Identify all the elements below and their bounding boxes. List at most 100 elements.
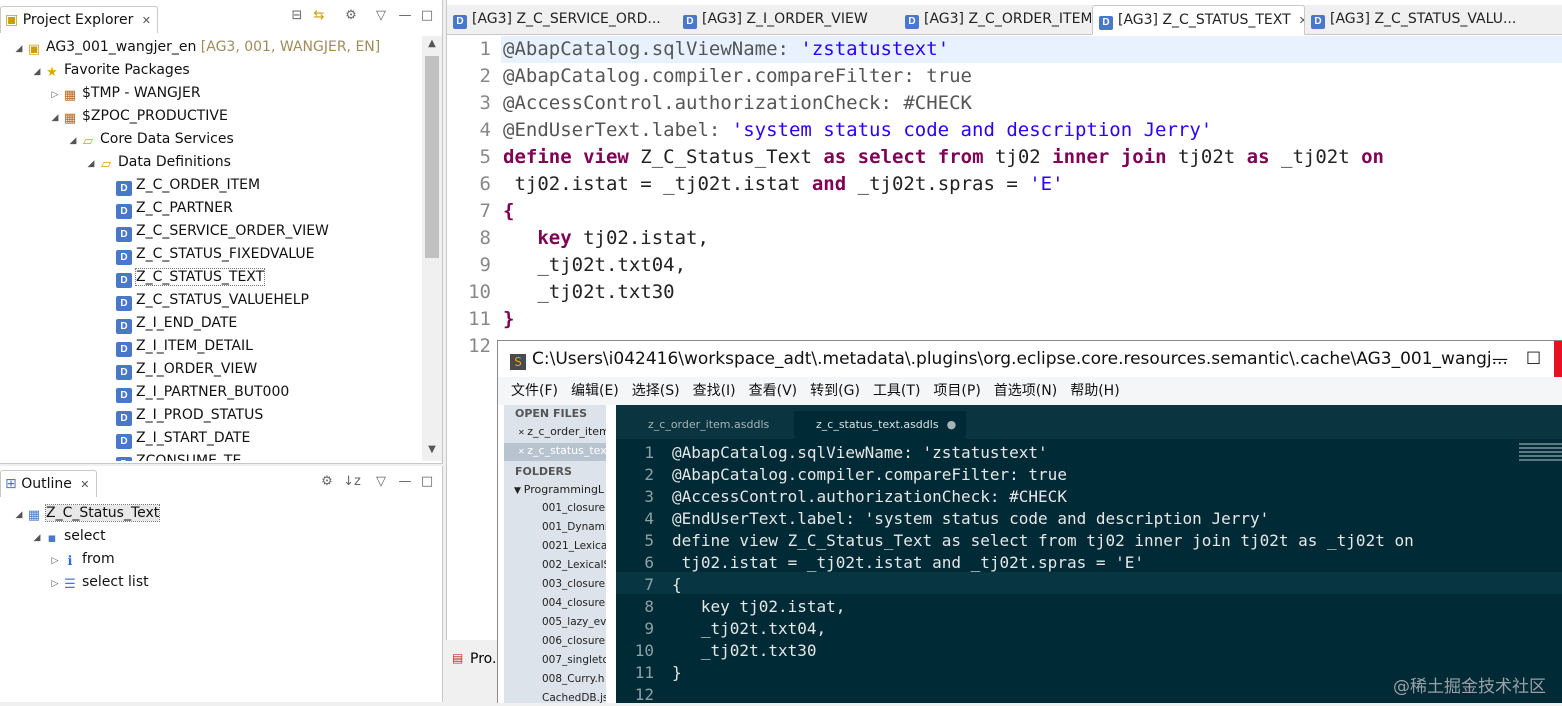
maximize-icon[interactable]: □ [418, 474, 436, 489]
sort-icon[interactable]: ↓z [343, 474, 361, 489]
tree-item[interactable]: D Z_I_END_DATE [102, 312, 237, 334]
tree-item-label: ZCONSUME_TE [136, 453, 242, 461]
project-explorer-scrollbar[interactable]: ▲ ▼ [422, 36, 442, 461]
menu-item[interactable]: 查看(V) [749, 383, 798, 399]
sublime-editor[interactable]: z_c_order_item.asddls z_c_status_text.asd… [616, 405, 1562, 704]
filter-icon[interactable]: ⚙ [318, 474, 336, 489]
tree-item[interactable]: D Z_C_SERVICE_ORDER_VIEW [102, 220, 329, 242]
collapsed-arrow-icon[interactable]: ▷ [48, 550, 62, 572]
tree-item[interactable]: D Z_C_STATUS_FIXEDVALUE [102, 243, 315, 265]
folder-root[interactable]: ▼ ProgrammingL [514, 483, 604, 496]
expanded-arrow-icon[interactable]: ▼ [514, 486, 524, 496]
file-close-icon[interactable]: ✕ [518, 428, 527, 437]
editor-tab[interactable]: D [AG3] Z_C_STATUS_VALU... [1305, 5, 1541, 33]
maximize-icon[interactable]: □ [418, 8, 436, 23]
folder-file-item[interactable]: 006_closure [542, 635, 605, 647]
tree-item[interactable]: ◢ ▦ $ZPOC_PRODUCTIVE [48, 105, 228, 127]
editor-tab[interactable]: D [AG3] Z_I_ORDER_VIEW [677, 5, 898, 33]
code-token: 'E' [1029, 173, 1064, 195]
line-number: 10 [634, 641, 654, 660]
folder-file-item[interactable]: 001_closure [542, 502, 605, 514]
window-close-icon[interactable] [1554, 341, 1562, 377]
tree-item[interactable]: ◢ ▱ Data Definitions [84, 151, 231, 173]
outline-item[interactable]: ▷ ℹ from [48, 548, 115, 570]
unsaved-dot-icon[interactable]: ● [947, 418, 957, 431]
menu-item[interactable]: 工具(T) [873, 383, 920, 399]
folder-file-item[interactable]: 0021_Lexica [542, 540, 606, 552]
folder-file-item[interactable]: 005_lazy_eva [542, 616, 606, 628]
expanded-arrow-icon[interactable]: ◢ [30, 527, 44, 549]
close-icon[interactable]: ✕ [142, 14, 151, 27]
bottom-panel-tab[interactable]: ▤ Pro... [446, 645, 505, 702]
sublime-tab[interactable]: z_c_status_text.asddls ● [794, 411, 966, 439]
tree-item[interactable]: ▷ ▦ $TMP - WANGJER [48, 82, 201, 104]
expanded-arrow-icon[interactable]: ◢ [30, 61, 44, 83]
folder-file-item[interactable]: 002_LexicalS [542, 559, 606, 571]
collapsed-arrow-icon[interactable]: ▷ [48, 573, 62, 595]
outline-item[interactable]: ◢ ▪ select [30, 525, 106, 547]
file-close-icon[interactable]: ✕ [518, 447, 527, 456]
open-file-item[interactable]: ✕ z_c_status_text [518, 444, 606, 457]
scroll-down-icon[interactable]: ▼ [422, 444, 442, 455]
menu-item[interactable]: 查找(I) [693, 383, 736, 399]
close-icon[interactable]: ✕ [80, 478, 89, 491]
minimize-icon[interactable]: — [396, 474, 414, 489]
folder-file-item[interactable]: 007_singleto [542, 654, 606, 666]
tree-item[interactable]: D Z_C_STATUS_TEXT [102, 266, 266, 288]
scroll-up-icon[interactable]: ▲ [422, 38, 442, 49]
folder-file-item[interactable]: 008_Curry.h [542, 673, 604, 685]
tree-item[interactable]: D Z_C_STATUS_VALUEHELP [102, 289, 309, 311]
open-file-item[interactable]: ✕ z_c_order_item [518, 425, 606, 438]
menu-item[interactable]: 首选项(N) [994, 383, 1057, 399]
tree-item[interactable]: ◢ ▱ Core Data Services [66, 128, 234, 150]
outline-item[interactable]: ▷ ☰ select list [48, 571, 149, 593]
editor-tab[interactable]: D [AG3] Z_C_ORDER_ITEM [899, 5, 1091, 33]
expanded-arrow-icon[interactable]: ◢ [48, 107, 62, 129]
minimap[interactable] [1519, 441, 1562, 471]
window-minimize-icon[interactable]: — [1492, 341, 1508, 377]
expanded-arrow-icon[interactable]: ◢ [12, 504, 26, 526]
expanded-arrow-icon[interactable]: ◢ [66, 130, 80, 152]
folder-file-item[interactable]: 001_Dynami [542, 521, 606, 533]
view-menu-icon[interactable]: ▽ [372, 8, 390, 23]
expanded-arrow-icon[interactable]: ◢ [12, 38, 26, 60]
editor-tab[interactable]: D [AG3] Z_C_SERVICE_ORD... [447, 5, 675, 33]
list-icon: ☰ [64, 577, 76, 592]
collapsed-arrow-icon[interactable]: ▷ [48, 84, 62, 106]
menu-item[interactable]: 转到(G) [810, 383, 860, 399]
menu-item[interactable]: 帮助(H) [1070, 383, 1119, 399]
minimize-icon[interactable]: — [396, 8, 414, 23]
tree-item[interactable]: D Z_I_START_DATE [102, 427, 250, 449]
ddl-icon: D [116, 411, 132, 426]
menu-item[interactable]: 选择(S) [632, 383, 680, 399]
code-token: 'zstatustext' [800, 38, 950, 60]
folder-file-item[interactable]: CachedDB.js [542, 692, 606, 703]
filter-icon[interactable]: ⚙ [342, 8, 360, 23]
outline-tab[interactable]: ⊞ Outline ✕ [0, 470, 97, 497]
editor-tab[interactable]: D[AG3] Z_C_STATUS_TEXT✕ [1092, 5, 1305, 35]
tree-item[interactable]: D Z_I_PROD_STATUS [102, 404, 263, 426]
tree-item[interactable]: D Z_I_ORDER_VIEW [102, 358, 257, 380]
window-maximize-icon[interactable]: □ [1526, 339, 1541, 375]
sublime-tab[interactable]: z_c_order_item.asddls [626, 411, 803, 439]
folder-file-item[interactable]: 003_closure [542, 578, 605, 590]
link-editor-icon[interactable]: ⇆ [310, 8, 328, 23]
tree-item[interactable]: D Z_I_ITEM_DETAIL [102, 335, 253, 357]
folder-file-item[interactable]: 004_closure [542, 597, 605, 609]
scrollbar-thumb[interactable] [425, 56, 439, 258]
tree-item[interactable]: ◢ ★ Favorite Packages [30, 59, 190, 81]
expanded-arrow-icon[interactable]: ◢ [84, 153, 98, 175]
project-explorer-tab[interactable]: ▣ Project Explorer ✕ [0, 6, 158, 33]
menu-item[interactable]: 项目(P) [933, 383, 980, 399]
tree-item[interactable]: D ZCONSUME_TE [102, 450, 241, 461]
tree-item[interactable]: D Z_C_ORDER_ITEM [102, 174, 260, 196]
tree-item[interactable]: D Z_I_PARTNER_BUT000 [102, 381, 289, 403]
view-menu-icon[interactable]: ▽ [372, 474, 390, 489]
menu-item[interactable]: 编辑(E) [571, 383, 619, 399]
collapse-all-icon[interactable]: ⊟ [288, 8, 306, 23]
ddl-icon: D [1311, 15, 1325, 29]
menu-item[interactable]: 文件(F) [511, 383, 558, 399]
outline-item[interactable]: ◢ ▦ Z_C_Status_Text [12, 502, 161, 526]
tree-item[interactable]: ◢ ▣ AG3_001_wangjer_en [AG3, 001, WANGJER,… [12, 36, 381, 60]
tree-item[interactable]: D Z_C_PARTNER [102, 197, 233, 219]
